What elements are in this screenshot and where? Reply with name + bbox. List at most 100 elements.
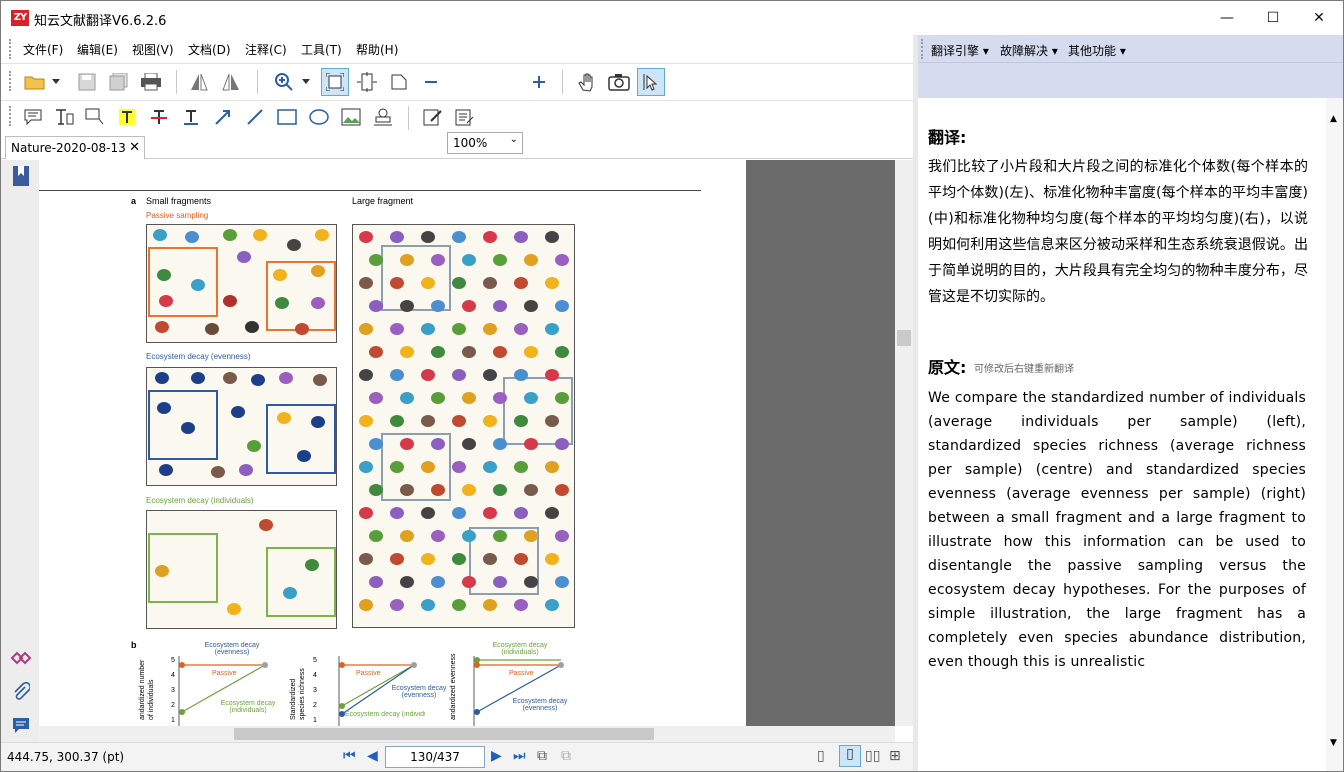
- tab-close-icon[interactable]: ✕: [129, 140, 140, 155]
- vertical-scroll-thumb[interactable]: [897, 330, 911, 346]
- horizontal-scrollbar[interactable]: [39, 726, 895, 742]
- line-icon[interactable]: [241, 103, 269, 131]
- butterfly-icon: [462, 254, 476, 266]
- spider-icon: [191, 372, 205, 384]
- graph2-ylabel: Standardized: [290, 678, 297, 720]
- bug-icon: [514, 553, 528, 565]
- edit-annotation-icon[interactable]: [419, 103, 447, 131]
- horizontal-scroll-thumb[interactable]: [234, 728, 654, 740]
- first-page-icon[interactable]: ⏮: [343, 748, 356, 764]
- translation-text[interactable]: 我们比较了小片段和大片段之间的标准化个体数(每个样本的平均个体数)(左)、标准化…: [928, 154, 1308, 310]
- menu-edit[interactable]: 编辑(E): [77, 41, 118, 58]
- menu-annotate[interactable]: 注释(C): [245, 41, 287, 58]
- flip-right-icon[interactable]: [217, 68, 245, 96]
- dragonfly-icon: [390, 323, 404, 335]
- callout-icon[interactable]: [81, 103, 109, 131]
- butterfly-icon: [483, 415, 497, 427]
- actual-size-icon[interactable]: [385, 68, 413, 96]
- decay-individuals-panel: [146, 510, 337, 629]
- fly-icon: [400, 576, 414, 588]
- butterfly-icon: [191, 279, 205, 291]
- spider-icon: [390, 507, 404, 519]
- menu-file[interactable]: 文件(F): [23, 41, 63, 58]
- maximize-button[interactable]: ☐: [1250, 1, 1296, 35]
- page-rule: [39, 190, 701, 191]
- graph3-top-label: Ecosystem decay (individuals): [492, 642, 548, 656]
- pdf-viewer[interactable]: a Small fragments Large fragment Passive…: [39, 160, 895, 726]
- link-icon[interactable]: [7, 644, 35, 672]
- stamp-icon[interactable]: [369, 103, 397, 131]
- menu-other[interactable]: 其他功能 ▾: [1068, 42, 1126, 59]
- underline-icon[interactable]: [177, 103, 205, 131]
- prev-page-icon[interactable]: ◀: [367, 748, 378, 764]
- menu-help[interactable]: 帮助(H): [356, 41, 398, 58]
- menu-label: 故障解决: [1000, 44, 1049, 58]
- snapshot-icon[interactable]: [605, 68, 633, 96]
- zoom-plus-icon[interactable]: [525, 68, 553, 96]
- fit-width-icon[interactable]: [353, 68, 381, 96]
- image-icon[interactable]: [337, 103, 365, 131]
- wasp-icon: [155, 565, 169, 577]
- menu-document[interactable]: 文档(D): [188, 41, 231, 58]
- menu-translation-engine[interactable]: 翻译引擎 ▾: [931, 42, 989, 59]
- continuous-page-icon[interactable]: ▯: [839, 745, 861, 767]
- separator: [176, 70, 177, 94]
- ellipse-icon[interactable]: [305, 103, 333, 131]
- scroll-up-icon[interactable]: ▲: [1330, 114, 1337, 124]
- flip-left-icon[interactable]: [185, 68, 213, 96]
- zoom-dropdown-icon[interactable]: [299, 68, 313, 96]
- menu-troubleshoot[interactable]: 故障解决 ▾: [1000, 42, 1058, 59]
- figure-label-b: b: [131, 640, 137, 650]
- graph3-ylabel: andardized evenness: [450, 653, 457, 720]
- text-box-icon[interactable]: [50, 103, 78, 131]
- arrow-icon[interactable]: [209, 103, 237, 131]
- two-page-icon[interactable]: ▯▯: [865, 748, 880, 764]
- original-text-editor[interactable]: We compare the standardized number of in…: [928, 386, 1306, 674]
- spider-icon: [311, 416, 325, 428]
- cricket-icon: [359, 553, 373, 565]
- zoom-in-icon[interactable]: [270, 68, 298, 96]
- note-icon[interactable]: [19, 103, 47, 131]
- spider-icon: [245, 321, 259, 333]
- menu-view[interactable]: 视图(V): [132, 41, 174, 58]
- save-all-icon[interactable]: [105, 68, 133, 96]
- save-icon[interactable]: [73, 68, 101, 96]
- rectangle-icon[interactable]: [273, 103, 301, 131]
- spider-icon: [555, 438, 569, 450]
- next-page-icon[interactable]: ▶: [491, 748, 502, 764]
- butterfly-icon: [545, 599, 559, 611]
- attachment-icon[interactable]: [7, 678, 35, 706]
- menu-tools[interactable]: 工具(T): [301, 41, 342, 58]
- annotation-list-icon[interactable]: [451, 103, 479, 131]
- comments-icon[interactable]: [7, 712, 35, 740]
- close-button[interactable]: ✕: [1296, 1, 1342, 35]
- hand-tool-icon[interactable]: [573, 68, 601, 96]
- open-dropdown-icon[interactable]: [49, 68, 63, 96]
- forward-view-icon[interactable]: ⧉: [561, 748, 571, 764]
- toolbar-grip: [921, 39, 925, 59]
- translation-scrollbar[interactable]: ▲ ▼: [1326, 98, 1343, 771]
- print-icon[interactable]: [137, 68, 165, 96]
- vertical-scrollbar[interactable]: [895, 160, 913, 726]
- bookmark-icon[interactable]: [7, 162, 35, 190]
- pdf-page: a Small fragments Large fragment Passive…: [39, 160, 746, 726]
- strikeout-icon[interactable]: [145, 103, 173, 131]
- open-folder-icon[interactable]: [21, 68, 49, 96]
- fly-icon: [462, 438, 476, 450]
- dragonfly-icon: [555, 300, 569, 312]
- page-number-field[interactable]: 130/437: [385, 746, 485, 768]
- back-view-icon[interactable]: ⧉: [537, 748, 547, 764]
- highlight-icon[interactable]: [113, 103, 141, 131]
- select-text-icon[interactable]: [637, 68, 665, 96]
- last-page-icon[interactable]: ⏭: [513, 748, 526, 764]
- graph1-ylabel: andardized number: [139, 659, 146, 720]
- fit-page-icon[interactable]: [321, 68, 349, 96]
- butterfly-icon: [359, 461, 373, 473]
- minimize-button[interactable]: —: [1204, 1, 1250, 35]
- single-page-icon[interactable]: ▯: [817, 748, 825, 764]
- moth-icon: [462, 300, 476, 312]
- split-view-icon[interactable]: ⊞: [889, 748, 901, 764]
- tab-document[interactable]: Nature-2020-08-13 ✕: [5, 136, 145, 159]
- zoom-out-icon[interactable]: [417, 68, 445, 96]
- scroll-down-icon[interactable]: ▼: [1330, 738, 1337, 748]
